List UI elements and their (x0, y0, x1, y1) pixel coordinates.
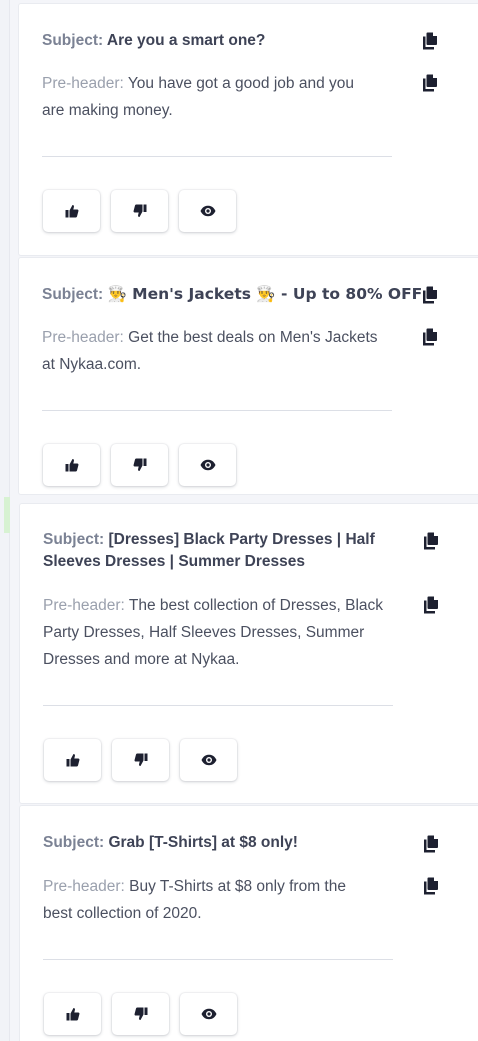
thumbs-up-icon (65, 459, 78, 472)
subject-line: Subject: Grab [T-Shirts] at $8 only! (43, 832, 298, 854)
copy-icon[interactable] (422, 74, 438, 92)
subject-text: 👨‍🍳 Men's Jackets 👨‍🍳 - Up to 80% OFF (107, 285, 423, 303)
preheader-line: Pre-header: Get the best deals on Men's … (42, 324, 378, 351)
preheader-line: Pre-header: Buy T-Shirts at $8 only from… (43, 873, 346, 900)
email-variant-card: Subject: [Dresses] Black Party Dresses |… (19, 503, 478, 804)
copy-icon[interactable] (422, 32, 438, 50)
thumbs-up-icon (66, 1008, 79, 1021)
subject-line: Subject: 👨‍🍳 Men's Jackets 👨‍🍳 - Up to 8… (42, 283, 422, 306)
copy-icon[interactable] (423, 835, 439, 853)
dislike-button[interactable] (111, 444, 168, 486)
preview-button[interactable] (179, 444, 236, 486)
preview-button[interactable] (180, 739, 237, 781)
thumbs-up-icon (65, 205, 78, 218)
preheader-text: Get the best deals on Men's Jackets (123, 329, 378, 346)
subject-line: Sleeves Dresses | Summer Dresses (43, 553, 305, 570)
subject-label: Subject: (43, 531, 105, 548)
copy-icon[interactable] (423, 596, 439, 614)
dislike-button[interactable] (112, 993, 169, 1035)
subject-line: Subject: Are you a smart one? (42, 30, 265, 52)
subject-label: Subject: (42, 286, 104, 303)
divider (43, 705, 393, 706)
eye-icon (200, 205, 215, 217)
like-button[interactable] (44, 739, 101, 781)
preheader-line: at Nykaa.com. (42, 356, 142, 373)
thumbs-up-icon (66, 754, 79, 767)
like-button[interactable] (44, 993, 101, 1035)
like-button[interactable] (43, 444, 100, 486)
dislike-button[interactable] (111, 190, 168, 232)
copy-icon[interactable] (423, 877, 439, 895)
email-variant-card: Subject: Are you a smart one? Pre-header… (18, 3, 478, 256)
preheader-line: Party Dresses, Half Sleeves Dresses, Sum… (43, 624, 365, 641)
thumbs-down-icon (134, 1007, 147, 1020)
thumbs-down-icon (133, 204, 146, 217)
copy-icon[interactable] (422, 286, 438, 304)
email-variant-card: Subject: 👨‍🍳 Men's Jackets 👨‍🍳 - Up to 8… (18, 257, 478, 495)
eye-icon (200, 459, 215, 471)
subject-text: Are you a smart one? (106, 32, 266, 49)
preheader-label: Pre-header: (42, 329, 124, 346)
divider (42, 410, 392, 411)
preheader-line: best collection of 2020. (43, 905, 202, 922)
divider (42, 156, 392, 157)
preheader-line: Pre-header: You have got a good job and … (42, 70, 354, 97)
divider (43, 959, 393, 960)
email-variants-page: Subject: Are you a smart one? Pre-header… (0, 0, 478, 1041)
preheader-text: The best collection of Dresses, Black (124, 597, 384, 614)
subject-label: Subject: (42, 32, 104, 49)
preview-button[interactable] (180, 993, 237, 1035)
preheader-text: You have got a good job and you (123, 75, 354, 92)
thumbs-down-icon (134, 753, 147, 766)
preheader-line: Pre-header: The best collection of Dress… (43, 592, 383, 619)
preheader-label: Pre-header: (43, 597, 125, 614)
subject-line: Subject: [Dresses] Black Party Dresses |… (43, 529, 375, 551)
rail-accent (4, 497, 10, 533)
preheader-line: are making money. (42, 102, 173, 119)
preview-button[interactable] (179, 190, 236, 232)
subject-text: [Dresses] Black Party Dresses | Half (108, 531, 375, 548)
preheader-line: Dresses and more at Nykaa. (43, 651, 240, 668)
subject-label: Subject: (43, 834, 105, 851)
subject-text: Grab [T-Shirts] at $8 only! (108, 834, 298, 851)
preheader-label: Pre-header: (42, 75, 124, 92)
copy-icon[interactable] (423, 532, 439, 550)
eye-icon (201, 754, 216, 766)
email-variant-card: Subject: Grab [T-Shirts] at $8 only! Pre… (19, 805, 478, 1041)
thumbs-down-icon (133, 458, 146, 471)
preheader-label: Pre-header: (43, 878, 125, 895)
preheader-text: Buy T-Shirts at $8 only from the (124, 878, 346, 895)
like-button[interactable] (43, 190, 100, 232)
eye-icon (201, 1008, 216, 1020)
dislike-button[interactable] (112, 739, 169, 781)
copy-icon[interactable] (422, 328, 438, 346)
